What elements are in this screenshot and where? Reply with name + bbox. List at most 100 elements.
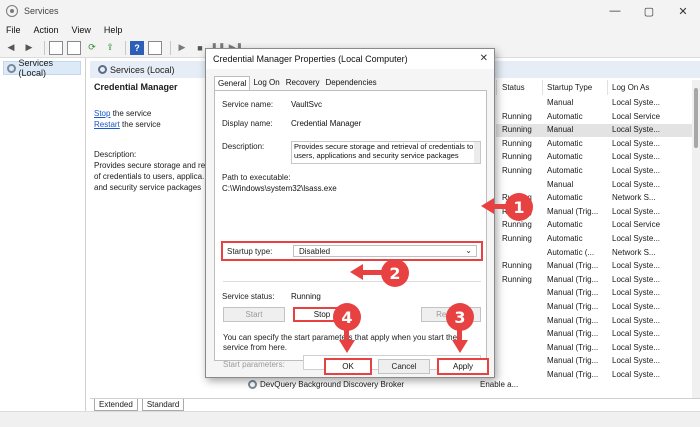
table-row[interactable]: Running Automatic Local Syste...: [496, 233, 692, 246]
service-startup-type: Manual (Trig...: [547, 206, 599, 216]
action-pane-icon[interactable]: [148, 40, 162, 55]
menu-file[interactable]: File: [6, 25, 21, 35]
service-log-on-as: Local Syste...: [612, 179, 661, 189]
service-status: Running: [502, 274, 532, 284]
menu-help[interactable]: Help: [104, 25, 123, 35]
description-scrollbar[interactable]: [474, 142, 480, 163]
export-list-icon[interactable]: ⇪: [103, 41, 117, 55]
table-row[interactable]: Manual Local Syste...: [496, 179, 692, 192]
service-name: DevQuery Background Discovery Broker: [260, 380, 405, 389]
scrollbar-thumb[interactable]: [694, 88, 698, 148]
toolbar-divider: [125, 40, 126, 55]
column-divider: [542, 80, 543, 95]
table-row[interactable]: Running Automatic Local Syste...: [496, 138, 692, 151]
help-icon[interactable]: ?: [130, 40, 144, 55]
tab-general[interactable]: General: [214, 76, 251, 90]
table-row[interactable]: Running Automatic Local Service: [496, 111, 692, 124]
tab-recovery[interactable]: Recovery: [283, 76, 323, 90]
vertical-scrollbar[interactable]: [692, 80, 700, 398]
startup-type-select[interactable]: Disabled ⌄: [293, 245, 477, 257]
minimize-icon[interactable]: —: [598, 0, 632, 22]
back-arrow-icon[interactable]: ◀: [4, 41, 18, 55]
refresh-icon[interactable]: ⟳: [85, 41, 99, 55]
close-icon[interactable]: ✕: [666, 0, 700, 22]
table-row-devquery[interactable]: DevQuery Background Discovery Broker: [248, 380, 404, 389]
service-startup-type: Manual: [547, 125, 574, 135]
properties-sheet-icon[interactable]: [67, 40, 81, 55]
service-startup-type: Automatic: [547, 138, 583, 148]
tab-dependencies[interactable]: Dependencies: [323, 76, 380, 90]
table-row[interactable]: Manual (Trig... Local Syste...: [496, 342, 692, 355]
column-status[interactable]: Status: [502, 80, 525, 95]
table-row[interactable]: Running Manual Local Syste...: [496, 124, 692, 138]
table-row[interactable]: Running Automatic Local Syste...: [496, 151, 692, 164]
close-icon[interactable]: ✕: [480, 53, 488, 64]
table-row[interactable]: Running Automatic Local Service: [496, 219, 692, 232]
ok-button[interactable]: OK: [324, 358, 372, 375]
callout-arrow-shaft: [363, 270, 383, 275]
tab-extended[interactable]: Extended: [94, 399, 138, 411]
table-row[interactable]: Manual (Trig... Local Syste...: [496, 328, 692, 341]
service-startup-type: Manual (Trig...: [547, 315, 599, 325]
table-row[interactable]: Manual (Trig... Local Syste...: [496, 287, 692, 300]
service-status: Running: [502, 234, 532, 243]
stop-service-link[interactable]: Stop: [94, 109, 110, 118]
apply-button[interactable]: Apply: [437, 358, 489, 375]
divider: [223, 281, 481, 282]
column-startup-type[interactable]: Startup Type: [547, 80, 592, 95]
start-params-label: Start parameters:: [223, 360, 285, 369]
column-log-on-as[interactable]: Log On As: [612, 80, 649, 95]
table-row[interactable]: Manual Local Syste...: [496, 97, 692, 110]
service-startup-type: Automatic: [547, 111, 583, 121]
service-log-on-as: Local Service: [612, 220, 661, 230]
service-status: Running: [502, 261, 532, 271]
startup-type-value: Disabled: [299, 247, 331, 256]
service-log-on-as: Local Service: [612, 111, 661, 121]
service-startup-type: Manual (Trig...: [547, 261, 599, 271]
service-log-on-as: Local Syste...: [612, 370, 661, 379]
service-startup-type: Manual (Trig...: [547, 370, 599, 379]
service-log-on-as: Local Syste...: [612, 356, 661, 366]
service-log-on-as: Local Syste...: [612, 152, 661, 162]
table-row[interactable]: Running Manual (Trig... Local Syste...: [496, 260, 692, 273]
table-row[interactable]: Manual (Trig... Local Syste...: [496, 315, 692, 328]
startup-type-highlight: Startup type: Disabled ⌄: [221, 241, 483, 261]
description-label: Description:: [94, 150, 137, 159]
service-status: Running: [502, 220, 532, 230]
extended-description: Credential Manager Stop the service Rest…: [94, 82, 214, 193]
service-startup-type: Enable a...: [480, 380, 519, 389]
service-log-on-as: Local Syste...: [612, 288, 661, 298]
tab-standard[interactable]: Standard: [141, 399, 185, 411]
table-row[interactable]: Running Manual (Trig... Local Syste...: [496, 274, 692, 287]
callout-arrow-head: [481, 198, 494, 214]
service-status-value: Running: [291, 292, 321, 301]
callout-badge-3: 3: [446, 303, 474, 331]
tree-item-services-local[interactable]: Services (Local): [3, 58, 81, 78]
description-textbox[interactable]: Provides secure storage and retrieval of…: [291, 141, 481, 164]
service-startup-type: Automatic: [547, 234, 583, 243]
service-log-on-as: Local Syste...: [612, 261, 661, 271]
show-console-tree-icon[interactable]: [49, 40, 63, 55]
service-log-on-as: Local Syste...: [612, 125, 661, 135]
cancel-button[interactable]: Cancel: [378, 359, 430, 374]
callout-arrow-head: [452, 340, 468, 353]
forward-arrow-icon[interactable]: ▶: [22, 41, 36, 55]
play-icon[interactable]: ▶: [175, 41, 189, 55]
table-row[interactable]: Manual (Trig... Local Syste...: [496, 301, 692, 314]
menu-view[interactable]: View: [72, 25, 91, 35]
restart-service-link[interactable]: Restart: [94, 120, 120, 129]
table-row[interactable]: Manual (Trig... Local Syste...: [496, 355, 692, 368]
tab-log-on[interactable]: Log On: [250, 76, 282, 90]
service-log-on-as: Local Syste...: [612, 98, 661, 107]
service-log-on-as: Local Syste...: [612, 206, 661, 216]
table-row[interactable]: Manual (Trig... Local Syste...: [496, 369, 692, 382]
maximize-icon[interactable]: ▢: [632, 0, 666, 22]
table-row[interactable]: Running Automatic Local Syste...: [496, 165, 692, 178]
menu-action[interactable]: Action: [34, 25, 59, 35]
service-log-on-as: Local Syste...: [612, 274, 661, 284]
start-button[interactable]: Start: [223, 307, 285, 322]
service-status: Running: [502, 152, 532, 162]
service-log-on-as: Network S...: [612, 247, 656, 257]
table-row[interactable]: Automatic (... Network S...: [496, 247, 692, 260]
service-log-on-as: Network S...: [612, 193, 656, 203]
